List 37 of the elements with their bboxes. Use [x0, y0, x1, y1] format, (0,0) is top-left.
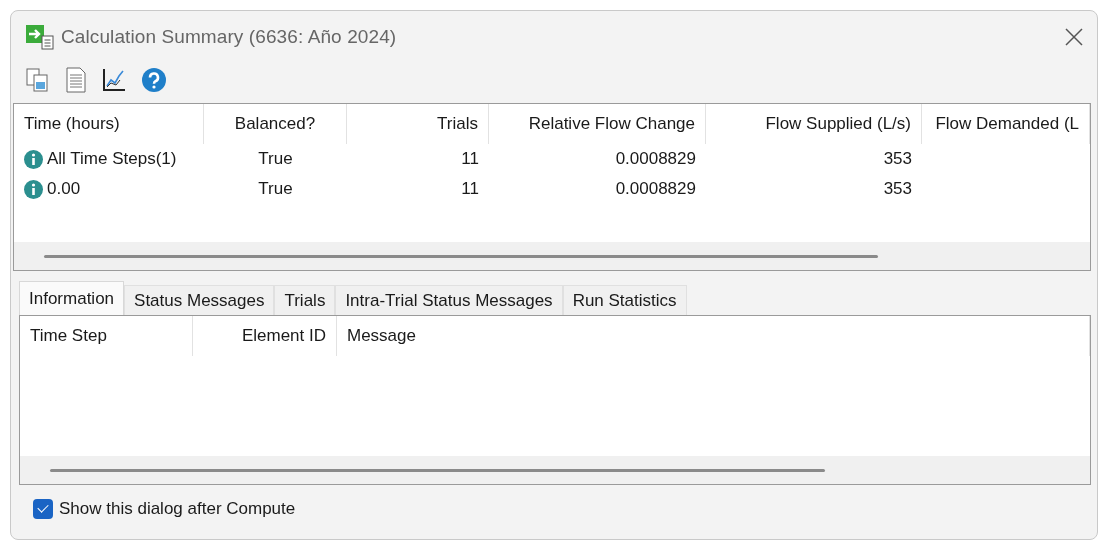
table-cell: 11 [461, 179, 479, 199]
checkbox[interactable] [33, 499, 53, 519]
window-title: Calculation Summary (6636: Año 2024) [61, 26, 398, 48]
table-cell: 0.0008829 [615, 149, 696, 169]
table-cell: 353 [883, 179, 912, 199]
column-header[interactable]: Time (hours) [24, 114, 120, 134]
checkbox-label[interactable]: Show this dialog after Compute [59, 499, 296, 519]
document-icon[interactable] [65, 67, 87, 93]
table-cell: 0.0008829 [615, 179, 696, 199]
tab[interactable]: Status Messages [124, 285, 275, 315]
table-cell: True [258, 149, 293, 169]
app-icon [25, 23, 55, 51]
tab[interactable]: Trials [274, 285, 336, 315]
column-header[interactable]: Trials [437, 114, 478, 134]
table-cell: 0.00 [47, 179, 81, 199]
table-cell: 11 [461, 149, 479, 169]
table-cell: True [258, 179, 293, 199]
column-header[interactable]: Element ID [241, 326, 326, 346]
column-header[interactable]: Flow Supplied (L/s) [765, 114, 911, 134]
column-header[interactable]: Flow Demanded (L [935, 114, 1079, 134]
graph-icon[interactable] [101, 67, 127, 93]
table-cell: 353 [883, 149, 912, 169]
scrollbar-thumb[interactable] [50, 468, 825, 472]
tab[interactable]: Information [19, 281, 125, 315]
info-icon [24, 179, 43, 199]
help-icon[interactable] [141, 67, 167, 93]
scrollbar-thumb[interactable] [44, 254, 878, 258]
column-header[interactable]: Message [347, 326, 416, 346]
close-icon[interactable] [1065, 28, 1083, 46]
copy-icon[interactable] [25, 67, 51, 93]
column-header[interactable]: Time Step [30, 326, 107, 346]
tab[interactable]: Run Statistics [562, 285, 687, 315]
column-header[interactable]: Relative Flow Change [528, 114, 695, 134]
column-header[interactable]: Balanced? [234, 114, 316, 134]
table-cell: All Time Steps(1) [47, 149, 177, 169]
tab[interactable]: Intra-Trial Status Messages [335, 285, 563, 315]
info-icon [24, 149, 43, 169]
